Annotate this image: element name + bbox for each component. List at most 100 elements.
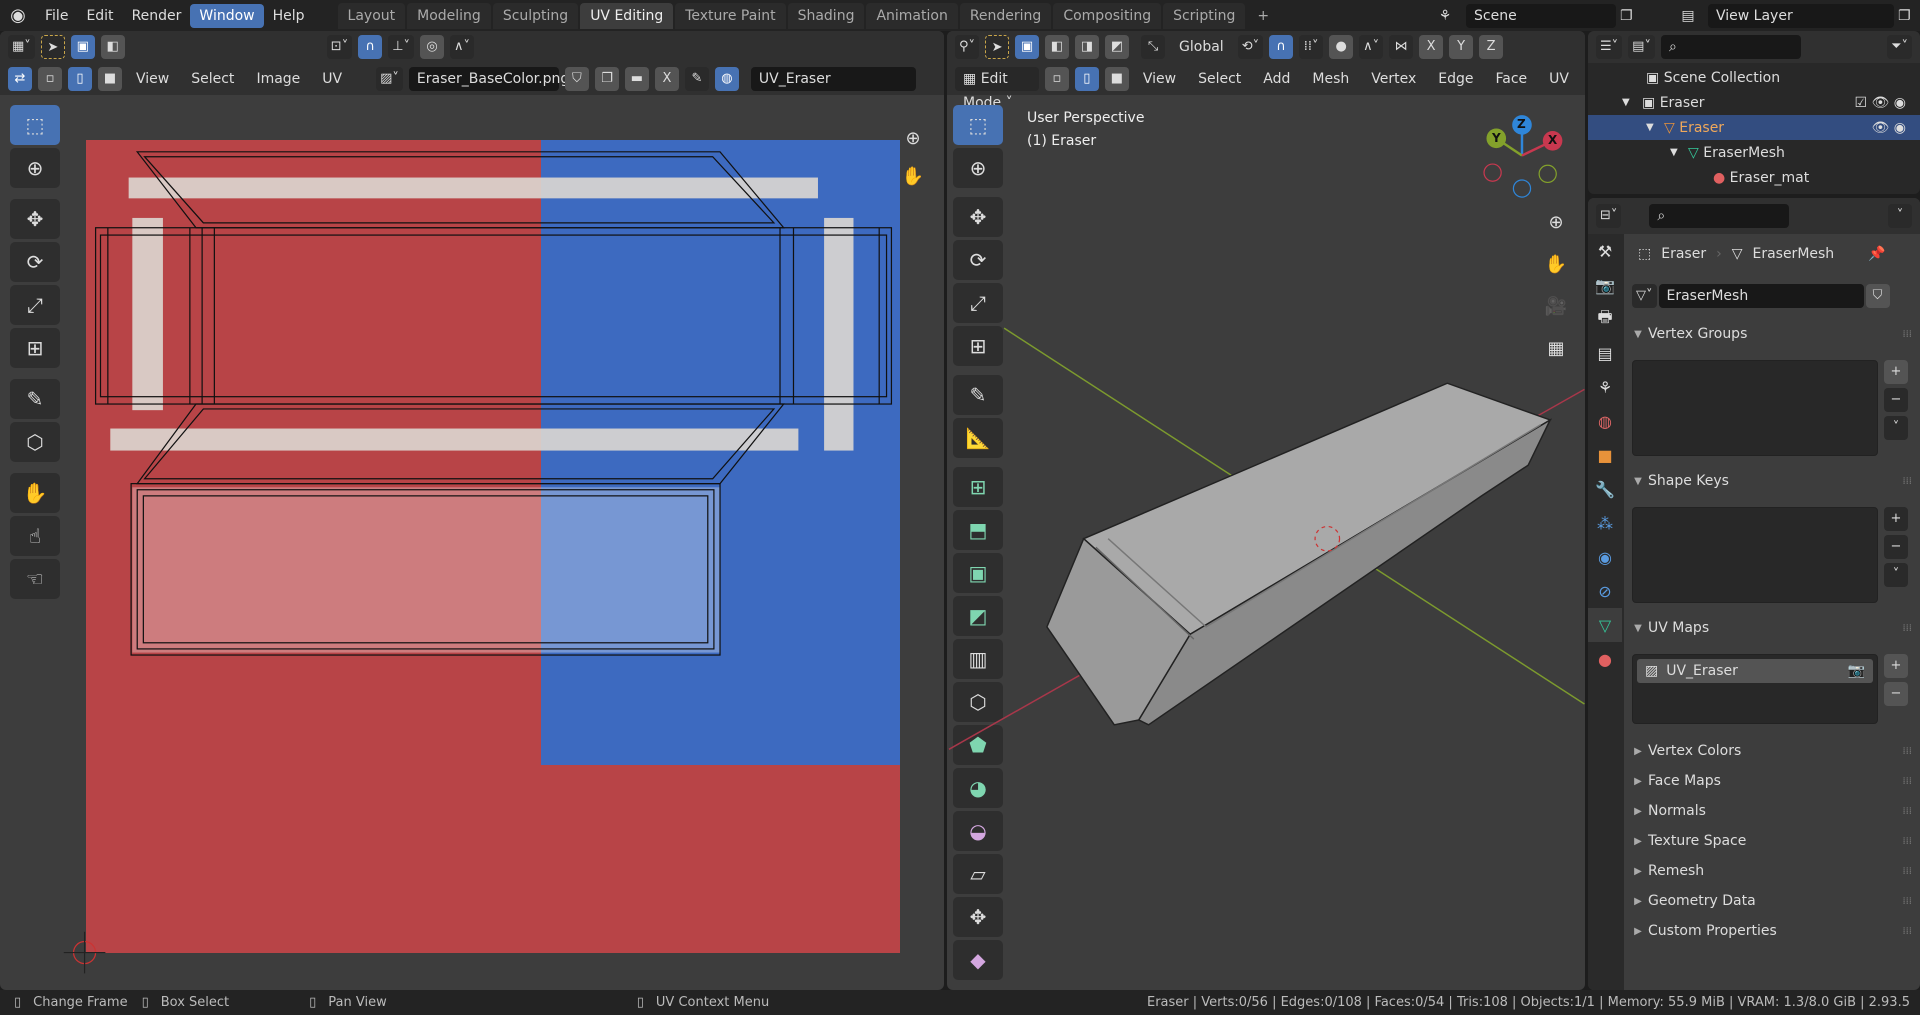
expand-icon[interactable]: ▼: [1670, 147, 1688, 158]
panel-geometry-data[interactable]: ▶ Geometry Data ⁞⁞⁞: [1628, 887, 1920, 915]
sync-selection-icon[interactable]: ⇄: [8, 67, 32, 91]
transform-tool-icon[interactable]: ⊞: [953, 326, 1003, 366]
pivot-icon[interactable]: ⊡˅: [326, 35, 353, 59]
gizmo-x[interactable]: X: [1548, 133, 1557, 147]
shear-tool-icon[interactable]: ◆: [953, 940, 1003, 980]
shrink-fatten-tool-icon[interactable]: ✥: [953, 897, 1003, 937]
cursor-tool-icon[interactable]: ⊕: [953, 148, 1003, 188]
uv-menu-select[interactable]: Select: [183, 71, 242, 87]
object-tab-icon[interactable]: ■: [1588, 438, 1622, 472]
outliner-row-material[interactable]: ● Eraser_mat: [1588, 165, 1920, 190]
edge-select-icon[interactable]: ▯: [1074, 67, 1099, 91]
mesh-browse-icon[interactable]: ▽˅: [1632, 284, 1657, 308]
panel-shape-keys[interactable]: ▼ Shape Keys ⁞⁞⁞: [1628, 467, 1920, 495]
remove-vertex-group-button[interactable]: −: [1884, 388, 1908, 412]
blender-logo-icon[interactable]: ◉: [0, 5, 36, 26]
outliner-editor-icon[interactable]: ☰˅: [1596, 35, 1623, 59]
rotate-tool-icon[interactable]: ⟳: [953, 240, 1003, 280]
snap-target-icon[interactable]: ⁞⁞˅: [1299, 35, 1324, 59]
panel-vertex-groups[interactable]: ▼ Vertex Groups ⁞⁞⁞: [1628, 320, 1920, 348]
face-select-icon[interactable]: ■: [1104, 67, 1129, 91]
new-scene-icon[interactable]: ❐: [1620, 8, 1633, 24]
pin-icon[interactable]: ✎: [684, 67, 709, 91]
pin-icon[interactable]: 📌: [1868, 246, 1885, 262]
outliner-row-object[interactable]: ▼ ▽ Eraser 👁 ◉: [1588, 115, 1920, 140]
remove-shape-key-button[interactable]: −: [1884, 535, 1908, 559]
select-tool-icon[interactable]: ➤: [40, 35, 65, 59]
new-view-layer-icon[interactable]: ❐: [1898, 8, 1911, 24]
vertex-mode-icon[interactable]: ▫: [38, 67, 62, 91]
menu-render[interactable]: Render: [123, 4, 191, 28]
visibility-icons[interactable]: ☑ 👁 ◉: [1855, 95, 1906, 111]
viewport-menu-edge[interactable]: Edge: [1430, 71, 1481, 87]
mirror-icon[interactable]: ⋈: [1389, 35, 1414, 59]
fake-user-icon[interactable]: ⛉: [564, 67, 589, 91]
drag-handle[interactable]: ⁞⁞⁞: [1902, 896, 1912, 907]
scene-field[interactable]: Scene: [1466, 3, 1616, 28]
pan-hand-icon[interactable]: ✋: [1541, 249, 1571, 279]
view-layer-tab-icon[interactable]: ▤: [1588, 336, 1622, 370]
select-new-icon[interactable]: ▣: [1015, 35, 1040, 59]
select-tool-icon[interactable]: ➤: [985, 35, 1010, 59]
drag-handle[interactable]: ⁞⁞⁞: [1902, 623, 1912, 634]
face-mode-icon[interactable]: ■: [98, 67, 122, 91]
transform-tool-icon[interactable]: ⊞: [10, 328, 60, 368]
specials-menu-icon[interactable]: ˅: [1884, 563, 1908, 587]
specials-menu-icon[interactable]: ˅: [1884, 416, 1908, 440]
falloff-icon[interactable]: ∧˅: [1359, 35, 1384, 59]
drag-handle[interactable]: ⁞⁞⁞: [1902, 836, 1912, 847]
measure-tool-icon[interactable]: 📐: [953, 418, 1003, 458]
poly-build-tool-icon[interactable]: ⬟: [953, 725, 1003, 765]
pan-hand-icon[interactable]: ✋: [898, 161, 928, 191]
transform-pivot-icon[interactable]: ⚲˅: [955, 35, 980, 59]
active-render-icon[interactable]: 📷: [1848, 663, 1865, 679]
zoom-icon[interactable]: ⊕: [898, 123, 928, 153]
uv-map-item[interactable]: ▨ UV_Eraser 📷: [1637, 659, 1873, 683]
bevel-tool-icon[interactable]: ◩: [953, 596, 1003, 636]
select-mode-new-icon[interactable]: ▣: [70, 35, 95, 59]
panel-custom-properties[interactable]: ▶ Custom Properties ⁞⁞⁞: [1628, 917, 1920, 945]
uv-menu-view[interactable]: View: [128, 71, 177, 87]
tab-rendering[interactable]: Rendering: [959, 2, 1052, 29]
mode-dropdown[interactable]: ▦ Edit Mode ˅: [955, 67, 1039, 111]
zoom-icon[interactable]: ⊕: [1541, 207, 1571, 237]
select-extend-icon[interactable]: ◧: [1045, 35, 1070, 59]
viewport-menu-face[interactable]: Face: [1488, 71, 1536, 87]
camera-view-icon[interactable]: 🎥: [1541, 291, 1571, 321]
unlink-image-button[interactable]: X: [654, 67, 679, 91]
tab-scripting[interactable]: Scripting: [1163, 2, 1246, 29]
scene-icon[interactable]: ⚘: [1428, 8, 1462, 24]
drag-handle[interactable]: ⁞⁞⁞: [1902, 476, 1912, 487]
physics-tab-icon[interactable]: ◉: [1588, 540, 1622, 574]
uv-map-icon[interactable]: ◍: [714, 67, 739, 91]
panel-normals[interactable]: ▶ Normals ⁞⁞⁞: [1628, 797, 1920, 825]
move-tool-icon[interactable]: ✥: [953, 197, 1003, 237]
outliner-search-input[interactable]: ⌕: [1660, 35, 1801, 59]
vertex-groups-list[interactable]: [1632, 360, 1878, 456]
menu-edit[interactable]: Edit: [77, 4, 122, 28]
loop-cut-tool-icon[interactable]: ▥: [953, 639, 1003, 679]
constraints-tab-icon[interactable]: ⊘: [1588, 574, 1622, 608]
properties-options-icon[interactable]: ˅: [1888, 204, 1912, 228]
drag-handle[interactable]: ⁞⁞⁞: [1902, 746, 1912, 757]
menu-help[interactable]: Help: [264, 4, 314, 28]
viewport-menu-view[interactable]: View: [1135, 71, 1184, 87]
smooth-tool-icon[interactable]: ◒: [953, 811, 1003, 851]
expand-icon[interactable]: ▼: [1622, 97, 1642, 108]
tab-compositing[interactable]: Compositing: [1053, 2, 1162, 29]
panel-uv-maps[interactable]: ▼ UV Maps ⁞⁞⁞: [1628, 614, 1920, 642]
drag-handle[interactable]: ⁞⁞⁞: [1902, 776, 1912, 787]
add-vertex-group-button[interactable]: +: [1884, 360, 1908, 384]
properties-editor-icon[interactable]: ⊟˅: [1596, 204, 1622, 228]
menu-file[interactable]: File: [36, 4, 77, 28]
output-tab-icon[interactable]: 🖶: [1588, 302, 1622, 336]
viewport-menu-add[interactable]: Add: [1255, 71, 1298, 87]
outliner-row-mesh[interactable]: ▼ ▽ EraserMesh: [1588, 140, 1920, 165]
new-image-icon[interactable]: ❐: [594, 67, 619, 91]
drag-handle[interactable]: ⁞⁞⁞: [1902, 329, 1912, 340]
viewport-menu-vertex[interactable]: Vertex: [1363, 71, 1424, 87]
inset-tool-icon[interactable]: ▣: [953, 553, 1003, 593]
drag-handle[interactable]: ⁞⁞⁞: [1902, 926, 1912, 937]
select-subtract-icon[interactable]: ◨: [1075, 35, 1100, 59]
falloff-icon[interactable]: ∧˅: [450, 35, 475, 59]
